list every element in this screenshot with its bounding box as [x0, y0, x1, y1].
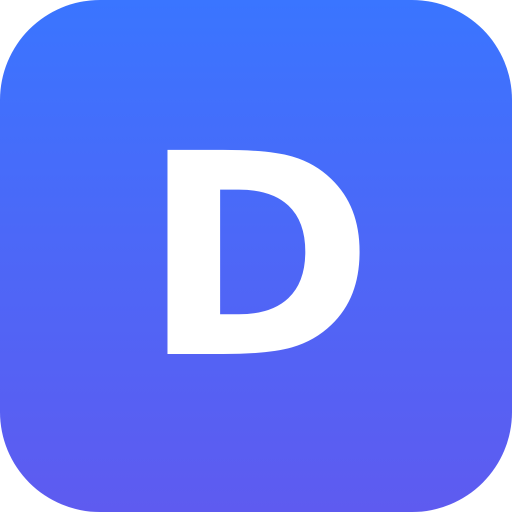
app-icon-letter: D — [141, 95, 375, 421]
app-icon[interactable]: D — [0, 0, 512, 512]
